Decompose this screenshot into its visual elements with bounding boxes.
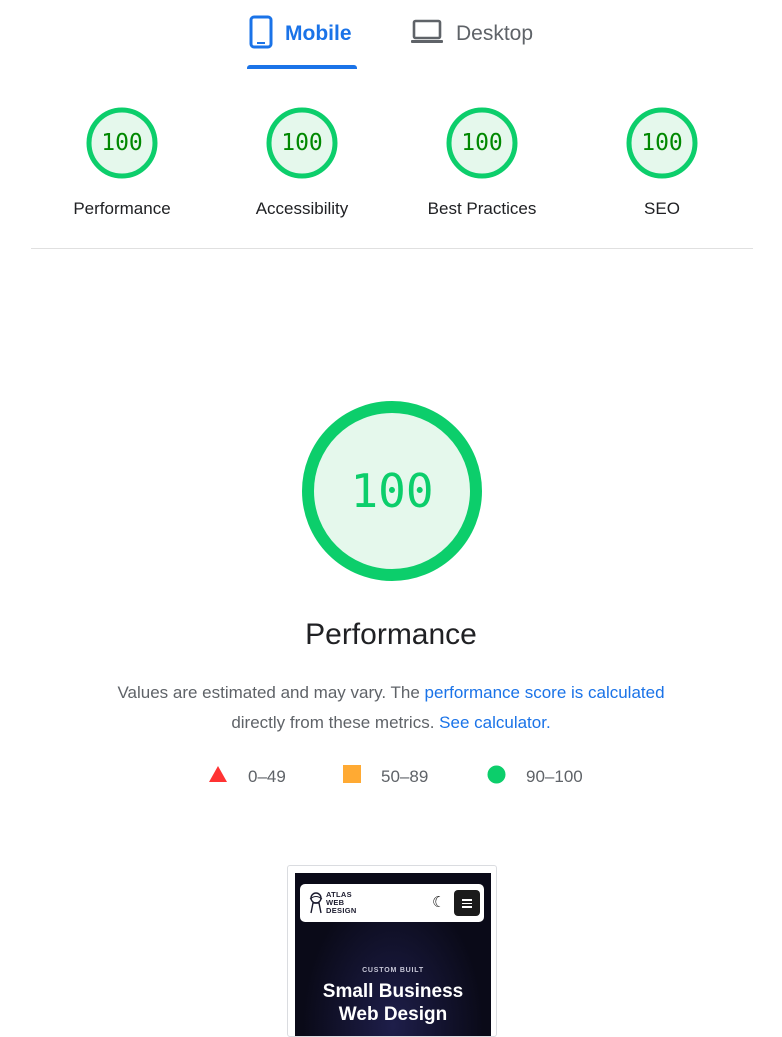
legend-fail: 0–49 xyxy=(208,765,286,788)
device-tabs: Mobile Desktop xyxy=(0,0,782,70)
main-title: Performance xyxy=(305,618,477,651)
tab-desktop[interactable]: Desktop xyxy=(408,12,548,70)
legend-pass: 90–100 xyxy=(487,765,583,789)
hamburger-menu-icon xyxy=(454,890,480,916)
category-gauge-accessibility[interactable]: 100 Accessibility xyxy=(232,107,372,219)
atlas-figure-icon xyxy=(309,892,323,914)
site-header: ATLAS WEB DESIGN ☾ xyxy=(300,884,484,922)
legend-range: 50–89 xyxy=(381,766,429,786)
description-text-2: directly from these metrics. xyxy=(231,713,435,732)
screenshot-viewport: ATLAS WEB DESIGN ☾ CUSTOM BUILT Small Bu… xyxy=(295,873,491,1036)
hero-line: Small Business xyxy=(322,981,464,1002)
logo-line: DESIGN xyxy=(326,906,357,915)
laptop-icon xyxy=(410,18,444,51)
category-gauge-seo[interactable]: 100 SEO xyxy=(592,107,732,219)
tab-desktop-label: Desktop xyxy=(456,22,534,45)
active-tab-indicator xyxy=(247,65,357,69)
category-label: Accessibility xyxy=(255,199,349,218)
triangle-icon xyxy=(208,765,228,788)
category-label: SEO xyxy=(644,199,680,218)
circle-icon xyxy=(487,765,506,789)
performance-score-link[interactable]: performance score is calculated xyxy=(425,683,665,702)
score-legend: 0–49 50–89 90–100 xyxy=(0,765,782,791)
score-description: Values are estimated and may vary. The p… xyxy=(60,678,722,738)
category-score: 100 xyxy=(101,130,143,156)
performance-main-gauge: 100 xyxy=(301,400,483,582)
main-score: 100 xyxy=(350,464,434,518)
site-logo: ATLAS WEB DESIGN xyxy=(308,891,378,915)
tab-mobile-label: Mobile xyxy=(285,22,352,45)
category-score: 100 xyxy=(281,130,323,156)
legend-range: 90–100 xyxy=(526,767,583,786)
category-label: Performance xyxy=(73,199,171,218)
tab-mobile[interactable]: Mobile xyxy=(247,12,357,70)
page-screenshot-thumbnail[interactable]: ATLAS WEB DESIGN ☾ CUSTOM BUILT Small Bu… xyxy=(287,865,497,1037)
category-score: 100 xyxy=(461,130,503,156)
category-gauge-best-practices[interactable]: 100 Best Practices xyxy=(412,107,552,219)
section-divider xyxy=(31,248,753,249)
category-score: 100 xyxy=(641,130,683,156)
hero-heading: Small Business Web Design xyxy=(295,980,491,1026)
category-gauge-performance[interactable]: 100 Performance xyxy=(52,107,192,219)
see-calculator-link[interactable]: See calculator. xyxy=(439,713,551,732)
hero-eyebrow: CUSTOM BUILT xyxy=(362,967,424,974)
square-icon xyxy=(343,765,361,788)
moon-icon: ☾ xyxy=(432,894,446,911)
legend-range: 0–49 xyxy=(248,766,286,786)
smartphone-icon xyxy=(249,15,273,54)
description-text: Values are estimated and may vary. The xyxy=(117,683,425,702)
category-label: Best Practices xyxy=(427,199,537,218)
legend-average: 50–89 xyxy=(343,765,428,788)
hero-line: Web Design xyxy=(338,1004,448,1025)
